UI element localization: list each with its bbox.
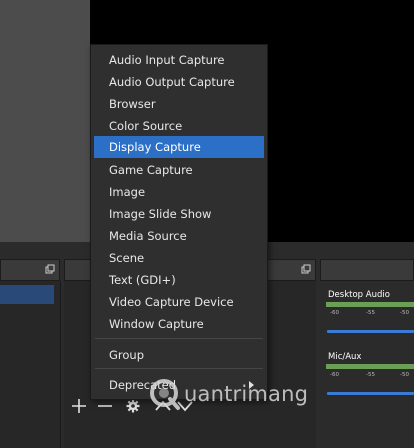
- menu-item-group[interactable]: Group: [94, 344, 264, 366]
- menu-item-display-capture[interactable]: Display Capture: [94, 136, 264, 158]
- add-source-context-menu: Audio Input Capture Audio Output Capture…: [90, 44, 268, 400]
- plus-icon: [72, 399, 86, 413]
- menu-item-media-source[interactable]: Media Source: [94, 225, 264, 247]
- menu-item-video-capture-device[interactable]: Video Capture Device: [94, 291, 264, 313]
- watermark-q-logo-icon: [150, 379, 180, 410]
- mic-aux-label: Mic/Aux: [328, 352, 362, 362]
- minus-icon: [98, 405, 112, 407]
- menu-item-audio-input-capture[interactable]: Audio Input Capture: [94, 49, 264, 71]
- gear-icon: [126, 399, 140, 413]
- desktop-audio-volume-slider[interactable]: [327, 330, 414, 333]
- tick-label: -55: [366, 310, 375, 316]
- desktop-audio-label: Desktop Audio: [328, 290, 390, 300]
- tick-label: -60: [330, 372, 339, 378]
- menu-separator: [95, 368, 263, 369]
- selected-scene-row[interactable]: [0, 285, 54, 304]
- tick-label: -60: [330, 310, 339, 316]
- scenes-list[interactable]: [0, 281, 61, 448]
- menu-item-window-capture[interactable]: Window Capture: [94, 313, 264, 335]
- tick-label: -50: [400, 310, 409, 316]
- obs-window: Desktop Audio -60 -55 -50 Mic/Aux -60 -5…: [0, 0, 414, 448]
- audio-mixer-dock-header[interactable]: [320, 259, 414, 281]
- watermark-text: uantrimang: [184, 382, 309, 406]
- float-dock-icon[interactable]: [45, 264, 55, 274]
- menu-item-image-slide-show[interactable]: Image Slide Show: [94, 203, 264, 225]
- scenes-dock-header[interactable]: [0, 259, 60, 281]
- menu-item-game-capture[interactable]: Game Capture: [94, 159, 264, 181]
- add-source-button[interactable]: [68, 395, 90, 417]
- menu-item-scene[interactable]: Scene: [94, 247, 264, 269]
- tick-label: -55: [366, 372, 375, 378]
- menu-item-image[interactable]: Image: [94, 181, 264, 203]
- menu-item-text-gdi[interactable]: Text (GDI+): [94, 269, 264, 291]
- menu-item-audio-output-capture[interactable]: Audio Output Capture: [94, 71, 264, 93]
- menu-item-color-source[interactable]: Color Source: [94, 115, 264, 137]
- menu-item-browser[interactable]: Browser: [94, 93, 264, 115]
- menu-separator: [95, 338, 263, 339]
- mic-aux-volume-slider[interactable]: [327, 392, 414, 395]
- mic-aux-meter: [326, 364, 414, 369]
- float-dock-icon[interactable]: [301, 264, 311, 274]
- tick-label: -50: [400, 372, 409, 378]
- watermark-logo: uantrimang: [148, 374, 308, 414]
- desktop-audio-meter: [326, 302, 414, 307]
- preview-side-area: [0, 0, 90, 242]
